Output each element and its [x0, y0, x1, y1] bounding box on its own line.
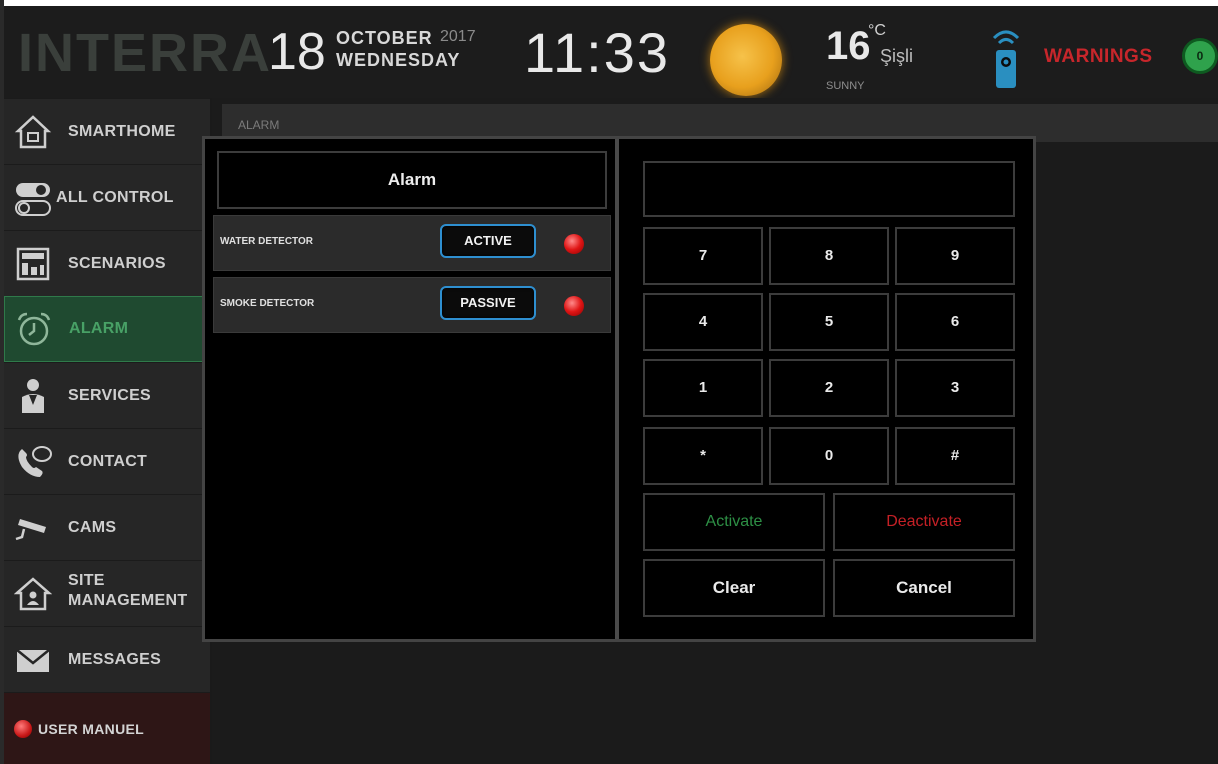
scenario-icon [16, 247, 50, 280]
warnings-count-badge[interactable]: 0 [1182, 38, 1218, 74]
keypad-key-6[interactable]: 6 [895, 293, 1015, 351]
phone-chat-icon [18, 445, 52, 477]
detector-state-button[interactable]: ACTIVE [440, 224, 536, 258]
sidebar-item-smarthome[interactable]: SMARTHOME [4, 98, 210, 164]
sidebar-item-label: CAMS [68, 518, 117, 536]
sidebar-item-cams[interactable]: CAMS [4, 494, 210, 560]
sun-weather-icon [710, 24, 782, 96]
sidebar-item-contact[interactable]: CONTACT [4, 428, 210, 494]
weather-condition: SUNNY [826, 80, 865, 92]
sidebar-item-messages[interactable]: MESSAGES [4, 626, 210, 692]
cancel-button[interactable]: Cancel [833, 559, 1015, 617]
keypad-key-3[interactable]: 3 [895, 359, 1015, 417]
camera-icon [15, 518, 46, 540]
breadcrumb: ALARM [238, 118, 280, 132]
detector-row-water: WATER DETECTOR ACTIVE [213, 215, 611, 271]
status-led-icon [564, 296, 584, 316]
warnings-label[interactable]: WARNINGS [1044, 46, 1153, 68]
sidebar-item-scenarios[interactable]: SCENARIOS [4, 230, 210, 296]
date-weekday: WEDNESDAY [336, 50, 461, 70]
sidebar-item-label: SCENARIOS [68, 254, 166, 272]
sidebar-item-label: CONTACT [68, 452, 148, 470]
sidebar-item-label: MESSAGES [68, 650, 162, 668]
detector-label: WATER DETECTOR [220, 236, 313, 247]
sidebar-item-label: ALL CONTROL [56, 188, 174, 206]
date-day: 18 [268, 23, 326, 81]
keypad-panel: 7 8 9 4 5 6 1 2 3 * 0 # Activate Deactiv… [623, 139, 1033, 639]
keypad-key-1[interactable]: 1 [643, 359, 763, 417]
toggle-icon [15, 182, 51, 216]
sidebar-item-label: SERVICES [68, 386, 152, 404]
sidebar-item-label: SITE [68, 572, 105, 589]
services-person-icon [22, 378, 44, 413]
keypad-key-4[interactable]: 4 [643, 293, 763, 351]
alarm-clock-icon [17, 312, 51, 346]
app-logo: INTERRA [18, 23, 272, 83]
clear-button[interactable]: Clear [643, 559, 825, 617]
date-month: OCTOBER [336, 28, 433, 48]
sidebar-item-services[interactable]: SERVICES [4, 362, 210, 428]
home-icon [14, 114, 52, 148]
sidebar-item-alarm[interactable]: ALARM [4, 296, 210, 362]
keypad-key-7[interactable]: 7 [643, 227, 763, 285]
keypad-key-9[interactable]: 9 [895, 227, 1015, 285]
detector-label: SMOKE DETECTOR [220, 298, 315, 309]
deactivate-button[interactable]: Deactivate [833, 493, 1015, 551]
detector-state-button[interactable]: PASSIVE [440, 286, 536, 320]
site-home-icon [14, 576, 52, 610]
activate-button[interactable]: Activate [643, 493, 825, 551]
remote-signal-icon[interactable] [989, 26, 1023, 90]
sidebar-item-all-control[interactable]: ALL CONTROL [4, 164, 210, 230]
status-led-icon [564, 234, 584, 254]
sidebar-item-label: USER MANUEL [38, 720, 144, 737]
keypad-key-5[interactable]: 5 [769, 293, 889, 351]
sidebar-item-label-line2: MANAGEMENT [68, 592, 188, 609]
keypad-key-2[interactable]: 2 [769, 359, 889, 417]
temperature-unit: °C [868, 22, 886, 39]
sidebar-nav: SMARTHOME ALL CONTROL SCENARIOS ALARM SE… [4, 98, 210, 764]
red-dot-icon [14, 719, 32, 738]
dialog-title: Alarm [217, 151, 607, 209]
sidebar-item-label: ALARM [69, 320, 129, 337]
header-bar: INTERRA 18 OCTOBER 2017 WEDNESDAY 11:33 … [4, 6, 1218, 98]
keypad-key-8[interactable]: 8 [769, 227, 889, 285]
sidebar-item-site-management[interactable]: SITE MANAGEMENT [4, 560, 210, 626]
detectors-panel: Alarm WATER DETECTOR ACTIVE SMOKE DETECT… [205, 139, 619, 639]
weather-city: Şişli [880, 46, 914, 66]
keypad-key-hash[interactable]: # [895, 427, 1015, 485]
sidebar-item-label: SMARTHOME [68, 122, 176, 140]
clock-time: 11:33 [524, 21, 670, 84]
code-display-field[interactable] [643, 161, 1015, 217]
envelope-icon [16, 648, 50, 672]
detector-row-smoke: SMOKE DETECTOR PASSIVE [213, 277, 611, 333]
sidebar-item-user-manual[interactable]: USER MANUEL [4, 692, 210, 764]
keypad-key-star[interactable]: * [643, 427, 763, 485]
keypad-key-0[interactable]: 0 [769, 427, 889, 485]
temperature-value: 16 [826, 24, 871, 68]
date-year: 2017 [440, 28, 476, 45]
alarm-dialog: Alarm WATER DETECTOR ACTIVE SMOKE DETECT… [202, 136, 1036, 642]
